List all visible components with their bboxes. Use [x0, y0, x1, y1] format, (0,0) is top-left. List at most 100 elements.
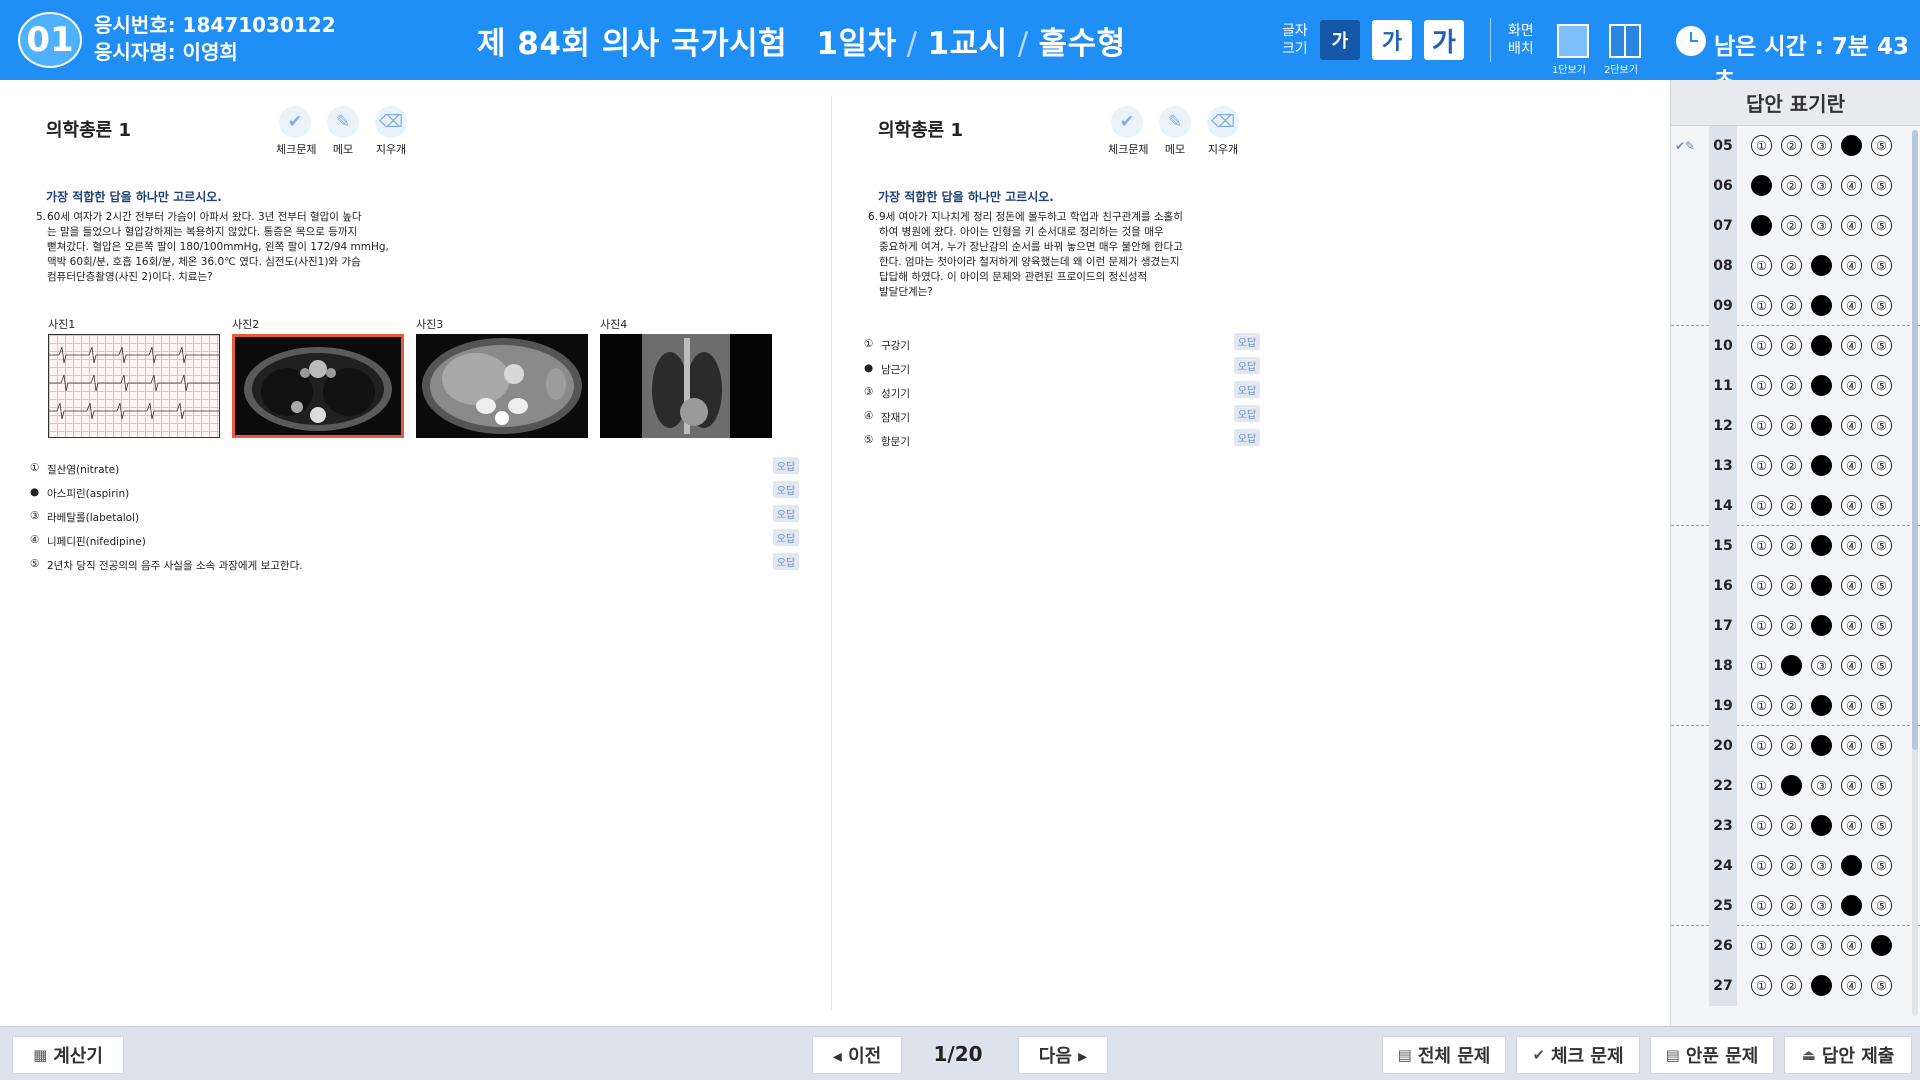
- image-1[interactable]: 사진1: [48, 316, 220, 438]
- wrong-mark-button[interactable]: 오답: [1234, 381, 1260, 398]
- answer-row-number[interactable]: 19: [1709, 686, 1737, 726]
- answer-bubble-1[interactable]: ①: [1751, 615, 1772, 636]
- answer-bubble-4[interactable]: ④: [1841, 735, 1862, 756]
- answer-bubble-4[interactable]: ④: [1841, 575, 1862, 596]
- answer-bubble-3[interactable]: ③: [1811, 735, 1832, 756]
- answer-bubble-3[interactable]: ③: [1811, 295, 1832, 316]
- answer-bubble-3[interactable]: ③: [1811, 775, 1832, 796]
- answer-bubble-3[interactable]: ③: [1811, 495, 1832, 516]
- answer-bubble-1[interactable]: ①: [1751, 135, 1772, 156]
- wrong-mark-button[interactable]: 오답: [773, 553, 799, 570]
- answer-bubble-1[interactable]: ①: [1751, 775, 1772, 796]
- wrong-mark-button[interactable]: 오답: [773, 529, 799, 546]
- answer-bubble-5[interactable]: ⑤: [1871, 855, 1892, 876]
- answer-bubble-3[interactable]: ③: [1811, 215, 1832, 236]
- answer-bubble-4[interactable]: ④: [1841, 295, 1862, 316]
- wrong-mark-button[interactable]: 오답: [1234, 405, 1260, 422]
- answer-bubble-1[interactable]: ①: [1751, 935, 1772, 956]
- answer-row-number[interactable]: 14: [1709, 486, 1737, 526]
- answer-bubble-2[interactable]: ②: [1781, 375, 1802, 396]
- answer-bubble-4[interactable]: ④: [1841, 415, 1862, 436]
- answer-bubble-3[interactable]: ③: [1811, 855, 1832, 876]
- answer-bubble-1[interactable]: ①: [1751, 575, 1772, 596]
- answer-bubble-4[interactable]: ④: [1841, 655, 1862, 676]
- layout-double-button[interactable]: [1609, 24, 1641, 58]
- answer-bubble-1[interactable]: ①: [1751, 295, 1772, 316]
- answer-bubble-4[interactable]: ④: [1841, 975, 1862, 996]
- answer-bubble-1[interactable]: ①: [1751, 255, 1772, 276]
- answer-bubble-5[interactable]: ⑤: [1871, 215, 1892, 236]
- answer-bubble-1[interactable]: ①: [1751, 335, 1772, 356]
- answer-bubble-1[interactable]: ①: [1751, 975, 1772, 996]
- answer-row-number[interactable]: 10: [1709, 326, 1737, 366]
- answer-bubble-1[interactable]: ①: [1751, 895, 1772, 916]
- answer-bubble-2[interactable]: ②: [1781, 415, 1802, 436]
- answer-bubble-4[interactable]: ④: [1841, 135, 1862, 156]
- answer-bubble-3[interactable]: ③: [1811, 975, 1832, 996]
- answer-bubble-5[interactable]: ⑤: [1871, 615, 1892, 636]
- answer-bubble-3[interactable]: ③: [1811, 535, 1832, 556]
- answer-bubble-1[interactable]: ①: [1751, 375, 1772, 396]
- answer-bubble-1[interactable]: ①: [1751, 175, 1772, 196]
- answer-bubble-5[interactable]: ⑤: [1871, 175, 1892, 196]
- answer-bubble-3[interactable]: ③: [1811, 815, 1832, 836]
- answer-bubble-2[interactable]: ②: [1781, 575, 1802, 596]
- answer-bubble-2[interactable]: ②: [1781, 255, 1802, 276]
- answer-bubble-4[interactable]: ④: [1841, 615, 1862, 636]
- answer-bubble-5[interactable]: ⑤: [1871, 695, 1892, 716]
- answer-row-number[interactable]: 25: [1709, 886, 1737, 926]
- answer-bubble-3[interactable]: ③: [1811, 375, 1832, 396]
- answer-row-number[interactable]: 11: [1709, 366, 1737, 406]
- answer-bubble-5[interactable]: ⑤: [1871, 895, 1892, 916]
- answer-bubble-5[interactable]: ⑤: [1871, 975, 1892, 996]
- answer-row-number[interactable]: 27: [1709, 966, 1737, 1006]
- answer-bubble-2[interactable]: ②: [1781, 855, 1802, 876]
- image-3[interactable]: 사진3: [416, 316, 588, 438]
- unanswered-questions-button[interactable]: ▤ 안푼 문제: [1650, 1036, 1774, 1074]
- answer-bubble-2[interactable]: ②: [1781, 615, 1802, 636]
- answer-bubble-1[interactable]: ①: [1751, 415, 1772, 436]
- answer-row-number[interactable]: 09: [1709, 286, 1737, 326]
- answer-bubble-5[interactable]: ⑤: [1871, 775, 1892, 796]
- wrong-mark-button[interactable]: 오답: [773, 457, 799, 474]
- answer-bubble-5[interactable]: ⑤: [1871, 415, 1892, 436]
- answer-bubble-3[interactable]: ③: [1811, 175, 1832, 196]
- answer-bubble-4[interactable]: ④: [1841, 255, 1862, 276]
- answer-row-number[interactable]: 17: [1709, 606, 1737, 646]
- wrong-mark-button[interactable]: 오답: [773, 481, 799, 498]
- all-questions-button[interactable]: ▤ 전체 문제: [1382, 1036, 1506, 1074]
- answer-bubble-2[interactable]: ②: [1781, 815, 1802, 836]
- answer-bubble-2[interactable]: ②: [1781, 535, 1802, 556]
- answer-bubble-1[interactable]: ①: [1751, 655, 1772, 676]
- answer-bubble-2[interactable]: ②: [1781, 655, 1802, 676]
- answer-bubble-1[interactable]: ①: [1751, 695, 1772, 716]
- answer-bubble-4[interactable]: ④: [1841, 175, 1862, 196]
- eraser-button[interactable]: ⌫ 지우개: [372, 106, 410, 157]
- answer-bubble-3[interactable]: ③: [1811, 935, 1832, 956]
- answer-row-number[interactable]: 16: [1709, 566, 1737, 606]
- answer-bubble-2[interactable]: ②: [1781, 695, 1802, 716]
- answer-bubble-4[interactable]: ④: [1841, 895, 1862, 916]
- answer-bubble-3[interactable]: ③: [1811, 655, 1832, 676]
- answer-bubble-4[interactable]: ④: [1841, 215, 1862, 236]
- wrong-mark-button[interactable]: 오답: [773, 505, 799, 522]
- answer-bubble-2[interactable]: ②: [1781, 295, 1802, 316]
- answer-bubble-1[interactable]: ①: [1751, 735, 1772, 756]
- answer-bubble-2[interactable]: ②: [1781, 455, 1802, 476]
- wrong-mark-button[interactable]: 오답: [1234, 429, 1260, 446]
- answer-bubble-2[interactable]: ②: [1781, 215, 1802, 236]
- answer-bubble-4[interactable]: ④: [1841, 535, 1862, 556]
- answer-bubble-5[interactable]: ⑤: [1871, 375, 1892, 396]
- answer-bubble-5[interactable]: ⑤: [1871, 655, 1892, 676]
- answer-row-number[interactable]: 05: [1709, 126, 1737, 166]
- answer-bubble-4[interactable]: ④: [1841, 855, 1862, 876]
- answer-row-number[interactable]: 20: [1709, 726, 1737, 766]
- answer-bubble-4[interactable]: ④: [1841, 935, 1862, 956]
- answer-bubble-1[interactable]: ①: [1751, 495, 1772, 516]
- answer-row-number[interactable]: 08: [1709, 246, 1737, 286]
- submit-answers-button[interactable]: ⏏ 답안 제출: [1784, 1036, 1912, 1074]
- answer-bubble-1[interactable]: ①: [1751, 535, 1772, 556]
- answer-bubble-2[interactable]: ②: [1781, 975, 1802, 996]
- answer-bubble-2[interactable]: ②: [1781, 935, 1802, 956]
- answer-bubble-2[interactable]: ②: [1781, 495, 1802, 516]
